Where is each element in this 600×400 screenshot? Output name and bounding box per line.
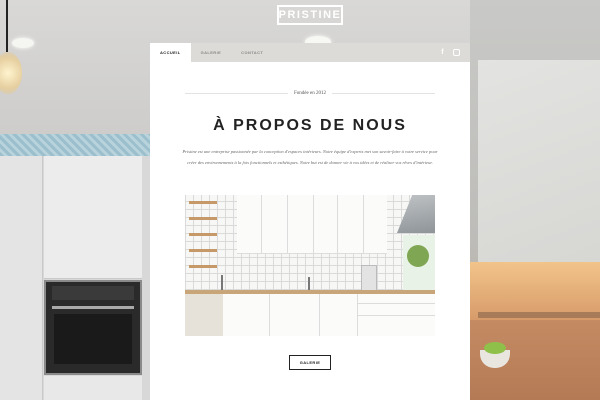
site-logo[interactable]: PRISTINE — [277, 5, 343, 25]
tab-contact[interactable]: CONTACT — [231, 43, 273, 62]
tab-accueil[interactable]: ACCUEIL — [150, 43, 191, 62]
top-nav: ACCUEIL GALERIE CONTACT f — [150, 43, 470, 62]
content-card: ACCUEIL GALERIE CONTACT f Fondée en 2012… — [150, 43, 470, 400]
instagram-icon[interactable] — [453, 49, 460, 56]
kitchen-photo — [185, 195, 435, 336]
page-title: À PROPOS DE NOUS — [213, 117, 407, 134]
social-links: f — [441, 43, 470, 62]
about-description: Pristine est une entreprise passionnée p… — [182, 149, 438, 165]
gallery-button[interactable]: GALERIE — [289, 355, 331, 370]
founded-label: Fondée en 2012 — [294, 91, 326, 96]
founded-divider: Fondée en 2012 — [185, 91, 436, 96]
tab-galerie[interactable]: GALERIE — [191, 43, 232, 62]
facebook-icon[interactable]: f — [441, 49, 444, 56]
